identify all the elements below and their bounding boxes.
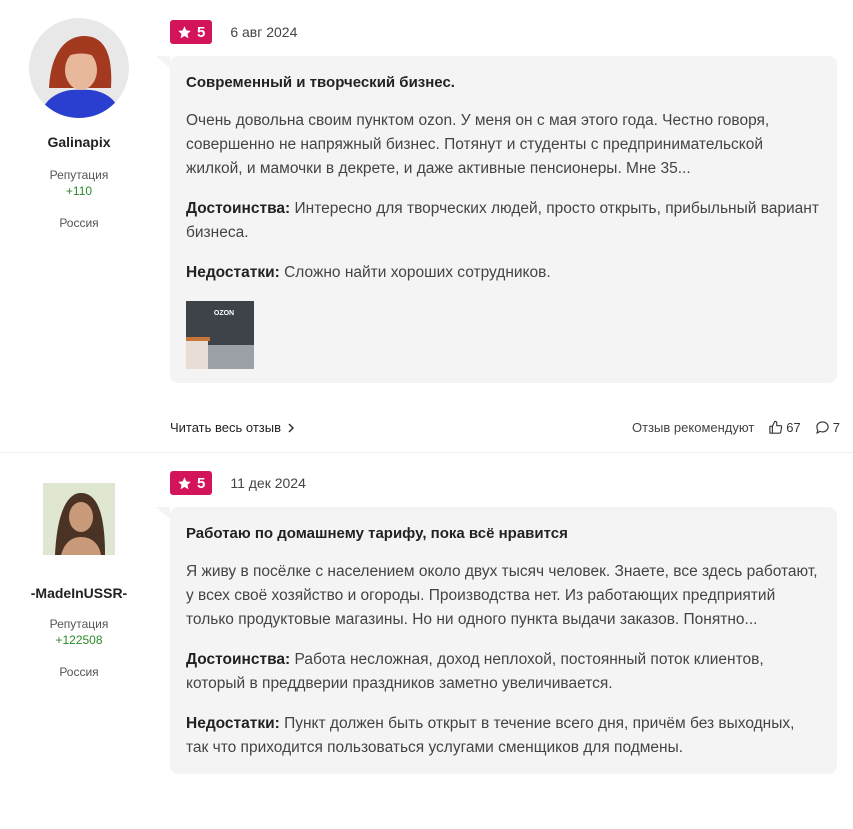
country: Россия <box>59 665 99 679</box>
review-header: 5 11 дек 2024 <box>170 471 306 495</box>
read-more-label: Читать весь отзыв <box>170 420 282 435</box>
star-icon <box>178 25 191 38</box>
author-panel: -MadeInUSSR- Репутация +122508 Россия <box>0 483 158 679</box>
pros-label: Достоинства: <box>186 200 291 217</box>
review-body: Современный и творческий бизнес. Очень д… <box>156 56 837 383</box>
like-button[interactable]: 67 <box>768 420 801 435</box>
review-body: Работаю по домашнему тарифу, пока всё нр… <box>156 507 837 774</box>
reputation-value: +122508 <box>55 633 103 647</box>
review-card: Galinapix Репутация +110 Россия 5 6 авг … <box>0 0 853 452</box>
avatar[interactable] <box>29 18 129 118</box>
review-title[interactable]: Современный и творческий бизнес. <box>186 74 821 91</box>
recommend-label: Отзыв рекомендуют <box>632 420 755 435</box>
review-text: Очень довольна своим пунктом ozon. У мен… <box>186 112 770 177</box>
rating-badge: 5 <box>170 471 213 495</box>
pros: Достоинства: Работа несложная, доход неп… <box>186 648 821 696</box>
rating-value: 5 <box>197 474 206 492</box>
comment-icon <box>816 421 829 434</box>
cons-text: Сложно найти хороших сотрудников. <box>284 264 551 281</box>
username[interactable]: Galinapix <box>0 134 158 150</box>
review-card: -MadeInUSSR- Репутация +122508 Россия 5 … <box>0 452 853 829</box>
reputation-label: Репутация <box>49 617 109 631</box>
rating-badge: 5 <box>170 20 213 44</box>
read-more-link[interactable]: Читать весь отзыв <box>170 420 295 435</box>
username[interactable]: -MadeInUSSR- <box>0 585 158 601</box>
avatar[interactable] <box>43 483 115 555</box>
review-header: 5 6 авг 2024 <box>170 20 297 44</box>
star-icon <box>178 476 191 489</box>
cons-label: Недостатки: <box>186 264 280 281</box>
thumbs-up-icon <box>769 420 783 434</box>
comments-button[interactable]: 7 <box>815 420 840 435</box>
cons: Недостатки: Пункт должен быть открыт в т… <box>186 712 821 760</box>
likes-count: 67 <box>786 420 801 435</box>
author-panel: Galinapix Репутация +110 Россия <box>0 18 158 230</box>
photo-logo-text: OZON <box>214 310 234 317</box>
review-text: Я живу в посёлке с населением около двух… <box>186 563 818 628</box>
review-title[interactable]: Работаю по домашнему тарифу, пока всё нр… <box>186 525 821 542</box>
country: Россия <box>59 216 99 230</box>
cons: Недостатки: Сложно найти хороших сотрудн… <box>186 261 821 285</box>
reputation-value: +110 <box>65 184 93 198</box>
comments-count: 7 <box>832 420 840 435</box>
pros: Достоинства: Интересно для творческих лю… <box>186 197 821 245</box>
review-footer: Читать весь отзыв Отзыв рекомендуют 67 7 <box>170 420 840 435</box>
reputation-label: Репутация <box>49 168 109 182</box>
review-photo[interactable]: OZON <box>186 301 254 369</box>
rating-value: 5 <box>197 23 206 41</box>
review-date: 11 дек 2024 <box>230 475 306 491</box>
chevron-right-icon <box>288 422 295 433</box>
pros-label: Достоинства: <box>186 651 291 668</box>
cons-label: Недостатки: <box>186 715 280 732</box>
review-date: 6 авг 2024 <box>230 24 298 40</box>
